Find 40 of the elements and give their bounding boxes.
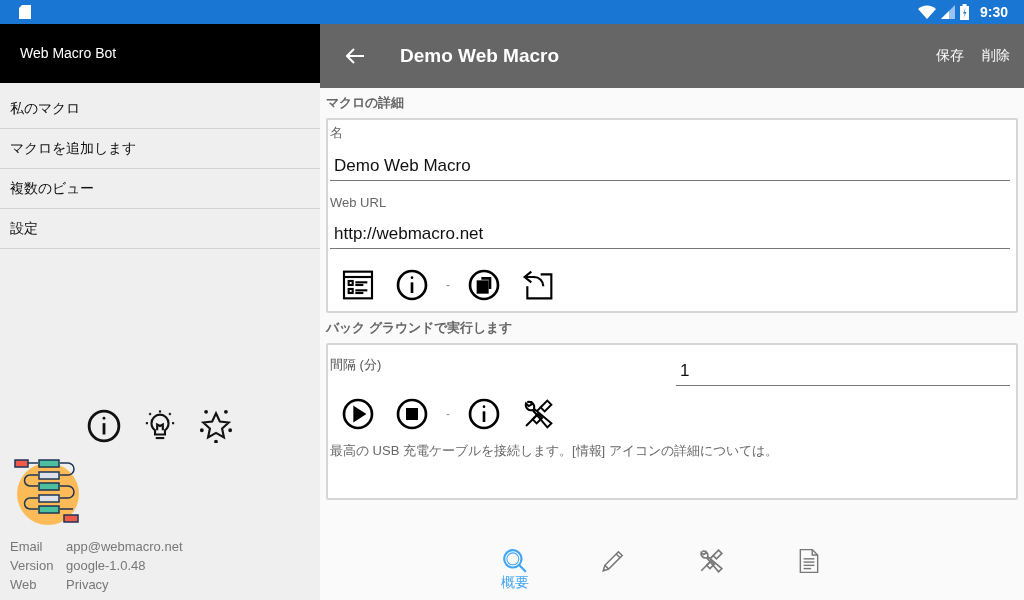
about-label: Email: [10, 538, 44, 556]
back-arrow-icon[interactable]: [346, 48, 364, 64]
about-value: app@webmacro.net: [66, 538, 184, 556]
interval-label: 間隔 (分): [330, 356, 383, 374]
signal-icon: [940, 5, 955, 19]
interval-field[interactable]: 1: [676, 355, 1010, 386]
battery-icon: [959, 4, 969, 20]
app-bar-action[interactable]: 保存: [930, 43, 970, 69]
app-name: Web Macro Bot: [20, 45, 117, 61]
field-label: Web URL: [330, 195, 388, 210]
about-label: Version: [10, 557, 55, 575]
tools-icon[interactable]: [522, 398, 554, 430]
workflow-logo-drawing: [14, 459, 80, 525]
reply-arrow-icon[interactable]: [522, 269, 554, 301]
usb-note: 最高の USB 充電ケーブルを接続します。[情報] アイコンの詳細については。: [330, 442, 779, 460]
sd-card-icon: [19, 5, 31, 19]
about-label: Web: [10, 576, 38, 594]
pencil-icon[interactable]: [600, 548, 626, 574]
form-list-icon[interactable]: [342, 269, 374, 301]
copy-icon[interactable]: [468, 269, 500, 301]
macro-title: Demo Web Macro: [400, 45, 560, 67]
status-time: 9:30: [979, 4, 1008, 20]
separator-dash: -: [446, 278, 450, 292]
text-field[interactable]: Demo Web Macro: [330, 156, 1010, 181]
wifi-icon: [917, 5, 936, 19]
separator-dash: -: [446, 407, 450, 421]
about-value: Privacy: [66, 576, 110, 594]
stop-icon[interactable]: [396, 398, 428, 430]
info-icon[interactable]: [468, 398, 500, 430]
info-icon[interactable]: [396, 269, 428, 301]
section-heading: マクロの詳細: [326, 94, 405, 112]
field-label: 名: [330, 124, 344, 142]
info-icon[interactable]: [87, 409, 121, 443]
text-field[interactable]: http://webmacro.net: [330, 224, 1010, 249]
about-value: google-1.0.48: [66, 557, 147, 575]
search-icon[interactable]: [502, 548, 528, 574]
star-icon[interactable]: [199, 409, 233, 443]
section-heading: バック グラウンドで実行します: [326, 319, 513, 337]
app-bar-action[interactable]: 削除: [976, 43, 1016, 69]
play-icon[interactable]: [342, 398, 374, 430]
